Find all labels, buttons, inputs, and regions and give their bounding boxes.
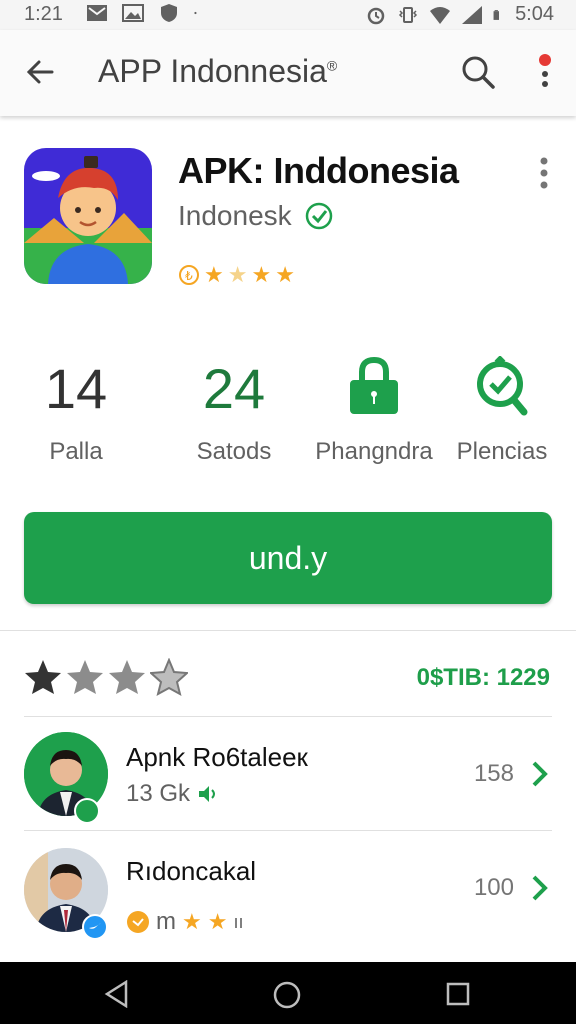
app-name: APK: Inddonesia	[178, 150, 459, 191]
stat-value: 24	[202, 357, 266, 420]
review-meta: m ★ ★ ıı	[126, 908, 243, 936]
lock-icon	[350, 356, 398, 414]
twitter-badge-icon	[82, 914, 108, 940]
divider	[24, 830, 552, 831]
wifi-icon	[430, 6, 451, 24]
star-gray-icon[interactable]	[66, 658, 104, 696]
battery-icon	[493, 9, 500, 20]
magnifier-check-icon	[477, 356, 528, 416]
review-meta-text: m	[156, 908, 176, 935]
divider	[0, 630, 576, 631]
star-outline-icon[interactable]	[150, 658, 188, 696]
stat-value: 14	[44, 357, 108, 420]
star-icon: ★	[275, 262, 295, 287]
verified-check-icon	[305, 202, 332, 230]
review-count: 158	[473, 760, 514, 787]
status-bar: 1:21 5:04	[0, 0, 576, 30]
search-icon[interactable]	[460, 54, 496, 90]
stat-label: Phangndra	[315, 438, 433, 465]
status-time: 1:21	[24, 3, 63, 25]
status-right: 5:04	[365, 3, 554, 26]
stat-label: Palla	[49, 438, 103, 465]
review-meta: 13 Gk	[126, 780, 220, 808]
review-meta-text: 13 Gk	[126, 780, 191, 807]
notification-menu-icon[interactable]	[530, 52, 560, 92]
nav-home-icon[interactable]	[272, 980, 302, 1010]
rating-stars[interactable]	[24, 658, 188, 696]
system-nav-bar	[0, 962, 576, 1024]
developer-row[interactable]: Indonesk	[178, 200, 334, 232]
meta-extra: ıı	[233, 911, 244, 932]
star-icon: ★	[251, 262, 272, 287]
nav-back-icon[interactable]	[104, 980, 130, 1008]
shield-icon	[161, 4, 177, 22]
dot-icon	[194, 11, 197, 15]
reviewer-name: Apnk Ro6talеeк	[126, 742, 308, 772]
stat-phangndra[interactable]: Phangndra	[304, 356, 444, 466]
app-rating: ₺ ★ ★ ★ ★	[178, 264, 295, 286]
signal-icon	[462, 5, 483, 24]
chevron-right-icon[interactable]	[530, 874, 550, 902]
review-row[interactable]: Rıdoncakal m ★ ★ ıı 100	[0, 836, 576, 946]
app-bar: APP Indonnesia®	[0, 30, 576, 116]
notification-icons	[86, 3, 202, 23]
stat-palla: 14 Palla	[6, 356, 146, 466]
vibrate-icon	[399, 6, 418, 23]
star-icon: ★	[207, 909, 228, 934]
star-icon: ★	[204, 262, 224, 287]
star-gray-icon[interactable]	[108, 658, 146, 696]
coin-icon	[127, 911, 149, 933]
stat-plencias[interactable]: Plencias	[432, 356, 572, 466]
back-arrow-icon[interactable]	[24, 56, 56, 88]
chevron-right-icon[interactable]	[530, 760, 550, 788]
review-count: 100	[473, 874, 514, 901]
rating-count: 0$TIB: 1229	[416, 664, 550, 691]
stat-satods: 24 Satods	[164, 356, 304, 466]
half-star-icon: ★	[227, 262, 248, 287]
alarm-icon	[367, 7, 385, 24]
reviewer-name: Rıdoncakal	[126, 856, 257, 886]
star-filled-icon[interactable]	[24, 658, 62, 696]
review-row[interactable]: Apnk Ro6talеeк 13 Gk 158	[0, 722, 576, 832]
install-button[interactable]: und.y	[24, 512, 552, 604]
speaker-icon	[199, 786, 216, 802]
svg-text:₺: ₺	[185, 269, 193, 283]
stat-label: Plencias	[456, 438, 548, 465]
battery-text: 5:04	[515, 3, 554, 25]
more-vert-icon[interactable]	[536, 156, 552, 190]
mail-icon	[87, 5, 107, 21]
online-badge	[74, 798, 100, 824]
image-icon	[122, 4, 144, 22]
nav-recents-icon[interactable]	[446, 982, 470, 1006]
stat-label: Satods	[196, 438, 272, 465]
divider	[24, 716, 552, 717]
app-bar-title: APP Indonnesia®	[98, 53, 338, 89]
star-icon: ★	[182, 909, 202, 934]
developer-name[interactable]: Indonesk	[178, 200, 292, 232]
app-icon	[24, 148, 152, 284]
coin-icon: ₺	[179, 265, 199, 285]
registered-mark: ®	[326, 57, 338, 74]
